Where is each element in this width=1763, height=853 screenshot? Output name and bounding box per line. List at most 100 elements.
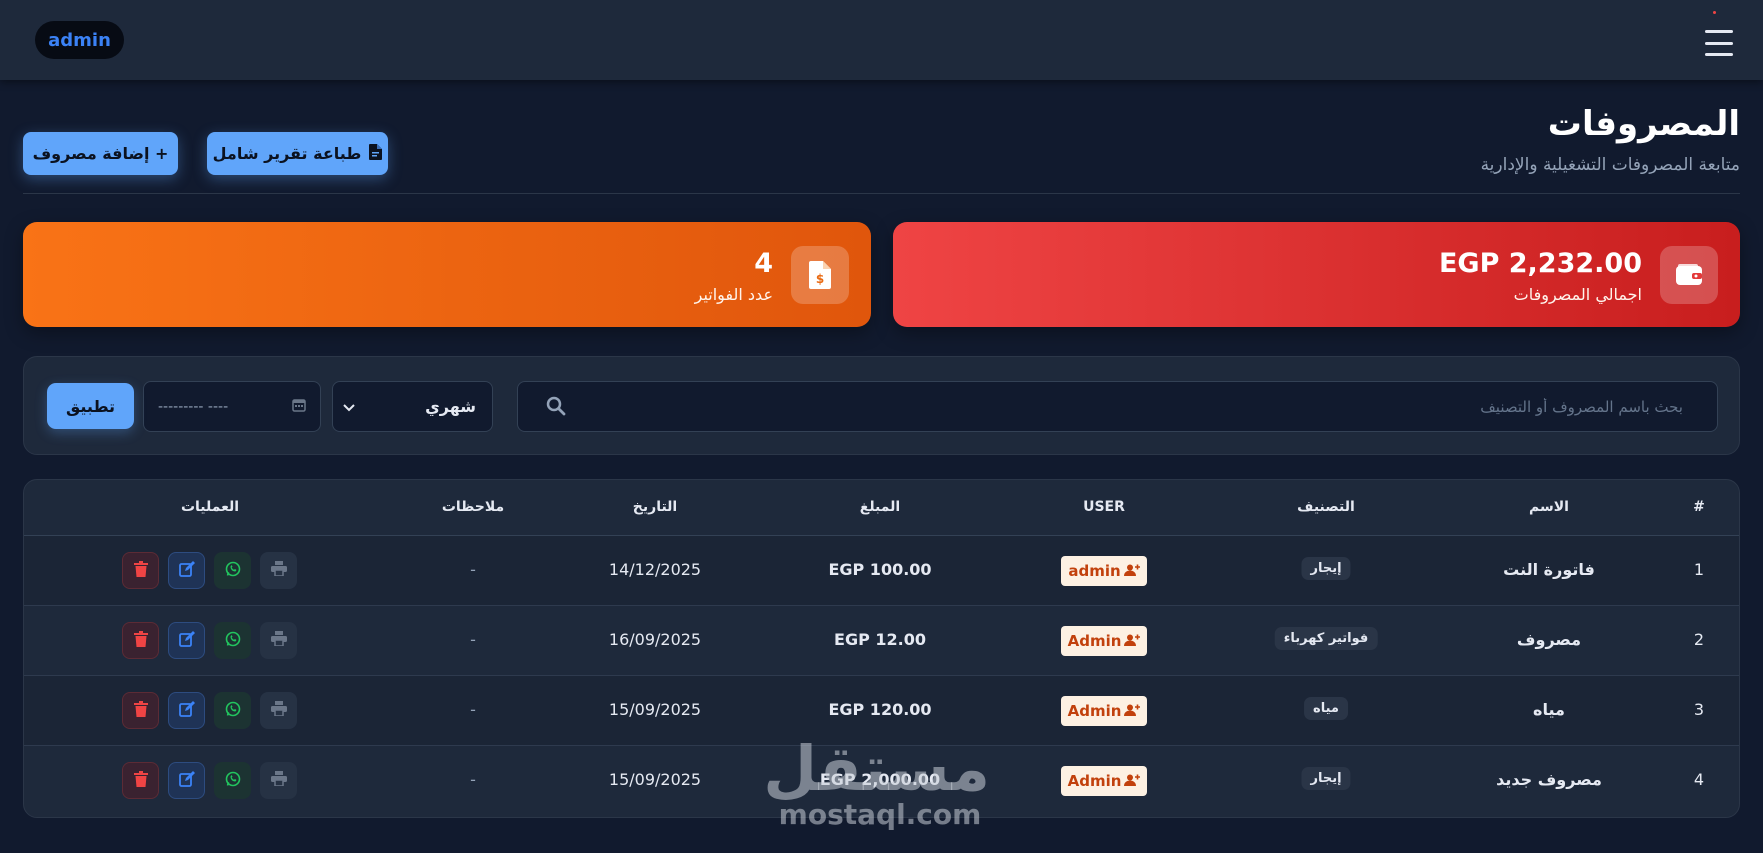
delete-button[interactable]	[122, 692, 159, 729]
invoice-dollar-icon: $	[791, 246, 849, 304]
row-category-badge: مياه	[1304, 697, 1348, 720]
month-date-input[interactable]: --------- ----	[143, 381, 321, 432]
print-row-button[interactable]	[260, 762, 297, 799]
row-amount: EGP 120.00	[828, 700, 932, 719]
page-title: المصروفات	[1547, 104, 1740, 144]
edit-icon	[178, 770, 195, 791]
wallet-icon	[1660, 246, 1718, 304]
svg-text:$: $	[816, 272, 824, 286]
user-badge[interactable]: admin	[35, 21, 124, 59]
search-icon[interactable]	[546, 396, 566, 420]
edit-button[interactable]	[168, 552, 205, 589]
row-actions	[122, 692, 298, 730]
trash-icon	[133, 560, 148, 581]
row-date: 15/09/2025	[608, 770, 702, 789]
period-select-value: شهري	[425, 397, 476, 416]
add-expense-label: + إضافة مصروف	[32, 144, 169, 163]
trash-icon	[133, 630, 148, 651]
chevron-down-icon	[343, 397, 355, 416]
period-select[interactable]: شهري	[332, 381, 493, 432]
user-plus-icon	[1124, 632, 1141, 650]
row-user-badge: admin	[1061, 556, 1147, 586]
row-user-badge: Admin	[1061, 766, 1147, 796]
print-row-button[interactable]	[260, 692, 297, 729]
row-notes: -	[470, 770, 476, 789]
table-row: 2 مصروف فواتير كهرباء Admin EGP 12.00 16/09/2…	[24, 606, 1739, 676]
month-date-value: --------- ----	[158, 398, 229, 415]
expenses-table: # الاسم التصنيف USER المبلغ التاريخ ملاح…	[23, 479, 1740, 818]
user-plus-icon	[1123, 562, 1140, 580]
add-expense-button[interactable]: + إضافة مصروف	[23, 132, 178, 175]
search-box	[517, 381, 1718, 432]
table-row: 1 فاتورة النت إيجار admin EGP 100.00 14/12/20…	[24, 536, 1739, 606]
row-user-label: Admin	[1067, 772, 1122, 790]
notification-dot	[1713, 11, 1716, 14]
row-name: مياه	[1533, 700, 1565, 719]
row-user-badge: Admin	[1061, 626, 1147, 656]
row-notes: -	[470, 560, 476, 579]
row-user-label: admin	[1068, 562, 1121, 580]
hamburger-menu-icon[interactable]	[1705, 30, 1733, 56]
whatsapp-button[interactable]	[214, 692, 251, 729]
whatsapp-button[interactable]	[214, 762, 251, 799]
whatsapp-icon	[225, 631, 241, 651]
invoice-count-value: 4	[754, 248, 773, 279]
apply-filter-button[interactable]: تطبيق	[47, 383, 134, 429]
table-row: 4 مصروف جديد إيجار Admin EGP 2,000.00 15/09/2…	[24, 746, 1739, 816]
whatsapp-button[interactable]	[214, 552, 251, 589]
total-expenses-value: EGP 2,232.00	[1438, 248, 1642, 279]
row-user-label: Admin	[1067, 702, 1122, 720]
row-name: مصروف جديد	[1496, 770, 1602, 789]
column-index: #	[1693, 499, 1705, 515]
row-name: فاتورة النت	[1503, 560, 1595, 579]
table-header: # الاسم التصنيف USER المبلغ التاريخ ملاح…	[24, 480, 1739, 536]
whatsapp-button[interactable]	[214, 622, 251, 659]
user-plus-icon	[1124, 702, 1141, 720]
row-user-label: Admin	[1067, 632, 1122, 650]
delete-button[interactable]	[122, 762, 159, 799]
column-category: التصنيف	[1297, 499, 1355, 515]
delete-button[interactable]	[122, 552, 159, 589]
print-report-button[interactable]: طباعة تقرير شامل	[207, 132, 388, 175]
whatsapp-icon	[225, 771, 241, 791]
print-row-button[interactable]	[260, 552, 297, 589]
printer-icon	[270, 701, 287, 720]
row-name: مصروف	[1516, 630, 1582, 649]
calendar-icon[interactable]	[292, 397, 306, 416]
edit-icon	[178, 630, 195, 651]
header-divider	[23, 193, 1740, 194]
whatsapp-icon	[225, 701, 241, 721]
row-date: 14/12/2025	[608, 560, 702, 579]
top-navbar: admin	[0, 0, 1763, 80]
invoice-count-card: $ 4 عدد الفواتير	[23, 222, 871, 327]
print-row-button[interactable]	[260, 622, 297, 659]
column-date: التاريخ	[632, 499, 678, 515]
edit-button[interactable]	[168, 692, 205, 729]
user-plus-icon	[1124, 772, 1141, 790]
printer-icon	[270, 561, 287, 580]
row-amount: EGP 100.00	[828, 560, 932, 579]
whatsapp-icon	[225, 561, 241, 581]
row-notes: -	[470, 700, 476, 719]
row-category-badge: فواتير كهرباء	[1274, 627, 1378, 650]
column-amount: المبلغ	[859, 499, 901, 515]
total-expenses-label: اجمالي المصروفات	[1513, 285, 1642, 304]
row-date: 16/09/2025	[608, 630, 702, 649]
row-amount: EGP 12.00	[834, 630, 926, 649]
trash-icon	[133, 770, 148, 791]
delete-button[interactable]	[122, 622, 159, 659]
search-input[interactable]	[783, 394, 1683, 420]
edit-icon	[178, 560, 195, 581]
print-report-label: طباعة تقرير شامل	[212, 144, 362, 163]
printer-icon	[270, 631, 287, 650]
invoice-count-label: عدد الفواتير	[694, 285, 773, 304]
edit-button[interactable]	[168, 762, 205, 799]
row-index: 4	[1693, 770, 1705, 789]
row-index: 3	[1693, 700, 1705, 719]
edit-button[interactable]	[168, 622, 205, 659]
edit-icon	[178, 700, 195, 721]
row-actions	[122, 622, 298, 660]
trash-icon	[133, 700, 148, 721]
row-category-badge: إيجار	[1301, 557, 1351, 580]
row-date: 15/09/2025	[608, 700, 702, 719]
